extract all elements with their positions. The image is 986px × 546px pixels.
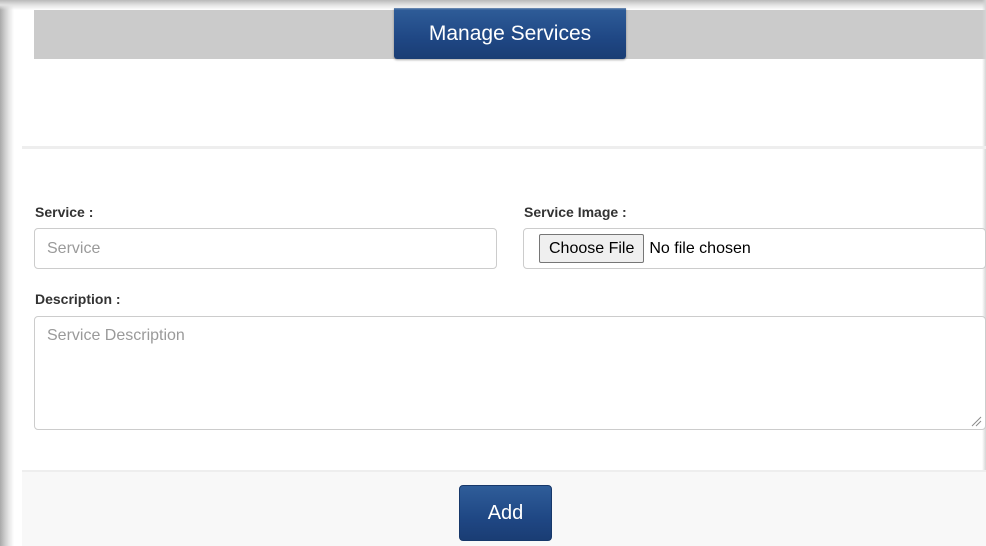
window-left-edge <box>0 0 14 546</box>
description-label: Description : <box>35 291 121 307</box>
add-button[interactable]: Add <box>459 485 552 541</box>
page-title: Manage Services <box>394 8 626 59</box>
service-input[interactable] <box>34 228 497 269</box>
window-right-edge <box>982 0 986 546</box>
service-label: Service : <box>35 204 94 220</box>
textarea-resize-grip-icon[interactable] <box>970 415 982 427</box>
service-image-label: Service Image : <box>524 204 627 220</box>
choose-file-button[interactable]: Choose File <box>539 234 645 263</box>
window-top-edge <box>0 0 986 10</box>
header-divider <box>22 146 986 149</box>
service-image-file-input[interactable]: Choose File No file chosen <box>523 228 986 269</box>
description-textarea[interactable] <box>34 316 986 430</box>
file-status-text: No file chosen <box>649 239 751 257</box>
